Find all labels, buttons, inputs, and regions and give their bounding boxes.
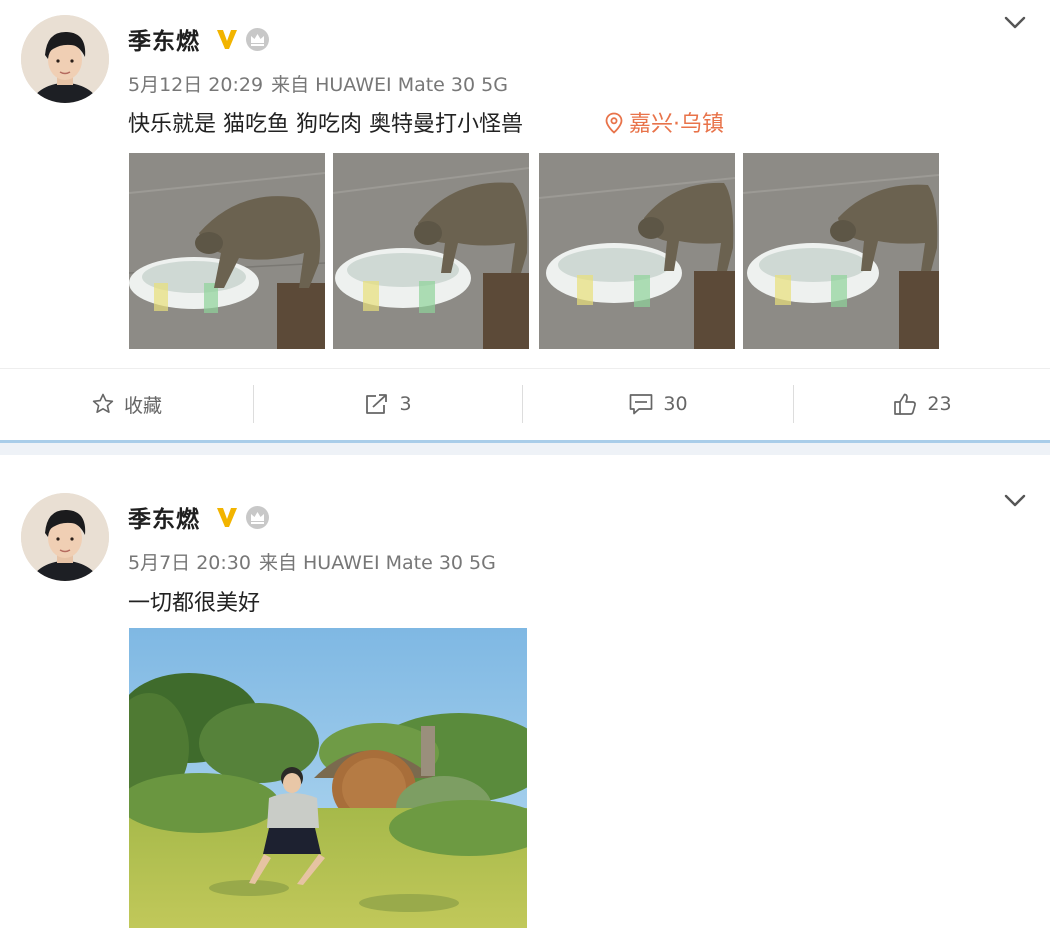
avatar[interactable] <box>21 15 109 103</box>
weibo-post-1: 季东燃 5月12日 20:29 来自 HUAWEI Mate 30 5G 快乐就是… <box>0 0 1050 440</box>
post-meta: 5月7日 20:30 来自 HUAWEI Mate 30 5G <box>128 548 504 575</box>
favorite-button[interactable]: 收藏 <box>0 369 253 439</box>
favorite-label: 收藏 <box>123 394 162 417</box>
share-icon <box>366 394 388 414</box>
chevron-down-icon[interactable] <box>1003 491 1027 511</box>
crown-icon <box>246 28 269 51</box>
weibo-post-2: 季东燃 5月7日 20:30 来自 HUAWEI Mate 30 5G 一切都很美… <box>0 455 1050 944</box>
post-source: 来自 HUAWEI Mate 30 5G <box>271 74 508 96</box>
post-date[interactable]: 5月7日 20:30 <box>128 552 251 574</box>
post-image-1[interactable] <box>129 153 325 349</box>
action-bar: 收藏 3 30 23 <box>0 368 1050 439</box>
author-name[interactable]: 季东燃 <box>128 22 200 56</box>
location-pin-icon <box>605 112 623 134</box>
location-link[interactable]: 嘉兴·乌镇 <box>605 106 724 138</box>
post-separator <box>0 440 1050 455</box>
comment-icon <box>630 394 653 415</box>
star-icon <box>92 393 114 413</box>
post-image-3[interactable] <box>539 153 735 349</box>
crown-icon <box>246 506 269 529</box>
post-date[interactable]: 5月12日 20:29 <box>128 74 263 96</box>
author-name[interactable]: 季东燃 <box>128 500 200 534</box>
post-text: 快乐就是 猫吃鱼 狗吃肉 奥特曼打小怪兽 <box>128 112 523 137</box>
comment-button[interactable]: 30 <box>523 369 793 439</box>
like-count: 23 <box>927 393 952 415</box>
repost-button[interactable]: 3 <box>254 369 522 439</box>
post-meta: 5月12日 20:29 来自 HUAWEI Mate 30 5G <box>128 70 516 97</box>
chevron-down-icon[interactable] <box>1003 13 1027 33</box>
like-icon <box>894 393 917 415</box>
location-label: 嘉兴·乌镇 <box>629 112 724 137</box>
repost-count: 3 <box>399 393 412 415</box>
verified-icon <box>217 30 237 49</box>
comment-count: 30 <box>663 393 688 415</box>
post-source: 来自 HUAWEI Mate 30 5G <box>258 552 496 574</box>
post-image[interactable] <box>129 628 527 928</box>
verified-icon <box>217 508 237 527</box>
post-image-4[interactable] <box>743 153 939 349</box>
post-text: 一切都很美好 <box>128 591 261 616</box>
like-button[interactable]: 23 <box>794 369 1050 439</box>
post-image-2[interactable] <box>333 153 529 349</box>
avatar[interactable] <box>21 493 109 581</box>
